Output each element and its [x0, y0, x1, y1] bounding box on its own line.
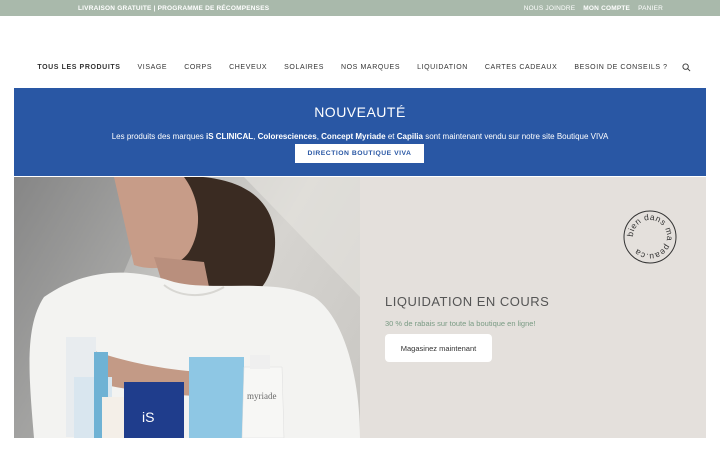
nav-item-face[interactable]: VISAGE [138, 64, 168, 71]
hero-section: iS myriade bien dans ma peau.ca LIQUIDAT… [14, 177, 706, 438]
promo-panel: bien dans ma peau.ca LIQUIDATION EN COUR… [360, 177, 706, 438]
nav-item-clearance[interactable]: LIQUIDATION [417, 64, 468, 71]
main-nav: TOUS LES PRODUITS VISAGE CORPS CHEVEUX S… [0, 60, 720, 74]
banner-heading: NOUVEAUTÉ [314, 104, 406, 120]
boutique-viva-button[interactable]: DIRECTION BOUTIQUE VIVA [295, 144, 424, 163]
promo-text[interactable]: LIVRAISON GRATUITE | PROGRAMME DE RÉCOMP… [78, 5, 269, 12]
nav-item-gift-cards[interactable]: CARTES CADEAUX [485, 64, 557, 71]
cart-link[interactable]: PANIER [638, 5, 663, 12]
nav-item-sun[interactable]: SOLAIRES [284, 64, 324, 71]
woman-with-products-illustration: iS myriade [14, 177, 360, 438]
brand-stamp-logo: bien dans ma peau.ca [623, 210, 677, 264]
account-links: NOUS JOINDRE MON COMPTE PANIER [524, 5, 663, 12]
search-icon[interactable] [682, 62, 691, 72]
clearance-subtitle: 30 % de rabais sur toute la boutique en … [385, 319, 536, 328]
clearance-title: LIQUIDATION EN COURS [385, 294, 550, 309]
announcement-banner: NOUVEAUTÉ Les produits des marques iS CL… [14, 88, 706, 176]
banner-description: Les produits des marques iS CLINICAL, Co… [111, 132, 609, 141]
svg-text:bien dans ma peau.ca: bien dans ma peau.ca [625, 212, 675, 262]
nav-item-brands[interactable]: NOS MARQUES [341, 64, 400, 71]
nav-item-advice[interactable]: BESOIN DE CONSEILS ? [574, 64, 667, 71]
account-link[interactable]: MON COMPTE [583, 5, 630, 12]
nav-item-body[interactable]: CORPS [184, 64, 212, 71]
nav-item-all-products[interactable]: TOUS LES PRODUITS [37, 64, 120, 71]
product-label-is: iS [142, 409, 154, 425]
top-bar: LIVRAISON GRATUITE | PROGRAMME DE RÉCOMP… [0, 0, 720, 16]
nav-item-hair[interactable]: CHEVEUX [229, 64, 267, 71]
shop-now-button[interactable]: Magasinez maintenant [385, 334, 492, 362]
product-label-myriade: myriade [247, 391, 277, 401]
hero-photo: iS myriade [14, 177, 360, 438]
contact-link[interactable]: NOUS JOINDRE [524, 5, 576, 12]
